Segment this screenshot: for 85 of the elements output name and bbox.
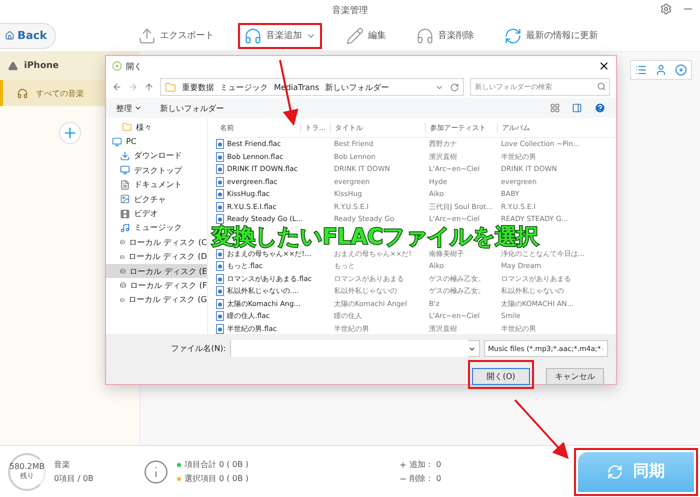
view-options-icon[interactable]: [550, 103, 560, 113]
search-icon: [597, 82, 606, 91]
nav-item[interactable]: ローカル ディスク (C: [106, 235, 207, 250]
nav-item[interactable]: ミュージック: [106, 220, 207, 236]
nav-item[interactable]: ビデオ: [106, 206, 207, 221]
command-button[interactable]: 新しいフォルダー: [160, 102, 224, 114]
nav-item[interactable]: ローカル ディスク (E: [106, 264, 207, 278]
add-button[interactable]: [58, 122, 80, 144]
folder-icon: [122, 122, 132, 132]
audio-file-icon: [216, 214, 224, 224]
audio-file-icon: [216, 274, 224, 284]
close-button[interactable]: [598, 60, 610, 72]
back-button[interactable]: Back: [0, 22, 56, 48]
audio-file-icon: [216, 248, 224, 259]
summary-text: 項目合計 0 ( 0B ): [177, 459, 249, 470]
nav-item[interactable]: ローカル ディスク (F: [106, 278, 207, 293]
nav-item[interactable]: 様々: [106, 120, 207, 134]
annotation-caption: 変換したいFLACファイルを選択: [212, 226, 538, 248]
toolbar-button[interactable]: 編集: [340, 22, 392, 48]
plus-icon: [398, 460, 407, 468]
audio-file-icon: [216, 164, 224, 174]
device-name: iPhone: [24, 61, 59, 71]
dialog-button[interactable]: キャンセル: [546, 368, 604, 385]
nav-item[interactable]: ドキュメント: [106, 178, 207, 192]
nav-item[interactable]: ピクチャ: [106, 192, 207, 206]
close-icon: [598, 60, 610, 72]
dialog-button[interactable]: 開く(O): [472, 368, 530, 385]
audio-file-icon: [216, 189, 224, 200]
drive-icon: [120, 280, 126, 290]
toolbar-button[interactable]: エクスポート: [132, 22, 220, 48]
upload-icon: [138, 26, 156, 44]
headphones-icon: [17, 88, 28, 98]
home-icon: [5, 30, 14, 41]
toolbar-button[interactable]: 音楽削除: [410, 22, 480, 48]
nav-item[interactable]: PC: [106, 134, 207, 149]
filename-label: ファイル名(N):: [171, 343, 226, 354]
caret-icon: [134, 104, 142, 112]
change-count: 削除： 0: [398, 473, 442, 484]
audio-file-icon: [216, 152, 224, 162]
category-count: 0項目 / 0B: [54, 473, 94, 484]
change-count: 追加： 0: [398, 459, 442, 470]
summary-text: 選択項目 0 ( 0B ): [177, 473, 249, 484]
refresh-icon: [607, 464, 623, 480]
refresh-icon[interactable]: [450, 82, 459, 92]
refresh-icon: [504, 26, 522, 44]
pc-icon: [112, 136, 122, 147]
annotation-arrow: [514, 399, 569, 459]
headphones-icon: [416, 26, 434, 44]
plus-icon: [62, 125, 78, 141]
disc-icon: [675, 64, 687, 76]
dialog-title: 開く: [126, 60, 142, 72]
pencil-icon: [346, 26, 364, 44]
back-icon[interactable]: [112, 82, 122, 92]
music-icon: [120, 222, 130, 233]
storage-capacity: 580.2MB: [9, 462, 45, 471]
toolbar-button[interactable]: 音楽追加: [238, 22, 322, 48]
audio-file-icon: [216, 139, 224, 150]
nav-item[interactable]: デスクトップ: [106, 163, 207, 178]
audio-file-icon: [216, 311, 224, 322]
download-icon: [120, 150, 130, 161]
person-icon: [655, 64, 667, 76]
nav-item[interactable]: ダウンロード: [106, 148, 207, 164]
audio-file-icon: [216, 202, 224, 212]
audio-file-icon: [216, 324, 224, 334]
audio-file-icon: [216, 286, 224, 296]
folder-icon: [165, 82, 176, 92]
picture-icon: [120, 194, 130, 204]
nav-item[interactable]: ローカル ディスク (D: [106, 250, 207, 264]
info-icon: [143, 458, 170, 484]
document-icon: [120, 180, 130, 190]
audio-file-icon: [216, 176, 224, 187]
filename-field[interactable]: [230, 340, 480, 357]
toolbar-button[interactable]: 最新の情報に更新: [498, 22, 604, 48]
app-icon: [112, 61, 122, 71]
window-title: 音楽管理: [332, 4, 368, 16]
up-icon[interactable]: [144, 82, 154, 92]
audio-file-icon: [216, 298, 224, 309]
desktop-icon: [120, 165, 130, 176]
help-icon[interactable]: [594, 102, 606, 114]
audio-file-icon: [216, 261, 224, 272]
category-label: 音楽: [54, 459, 71, 470]
settings-icon[interactable]: [660, 3, 672, 15]
preview-pane-icon[interactable]: [572, 103, 582, 113]
video-icon: [120, 208, 130, 219]
nav-item[interactable]: ローカル ディスク (G: [106, 292, 207, 308]
